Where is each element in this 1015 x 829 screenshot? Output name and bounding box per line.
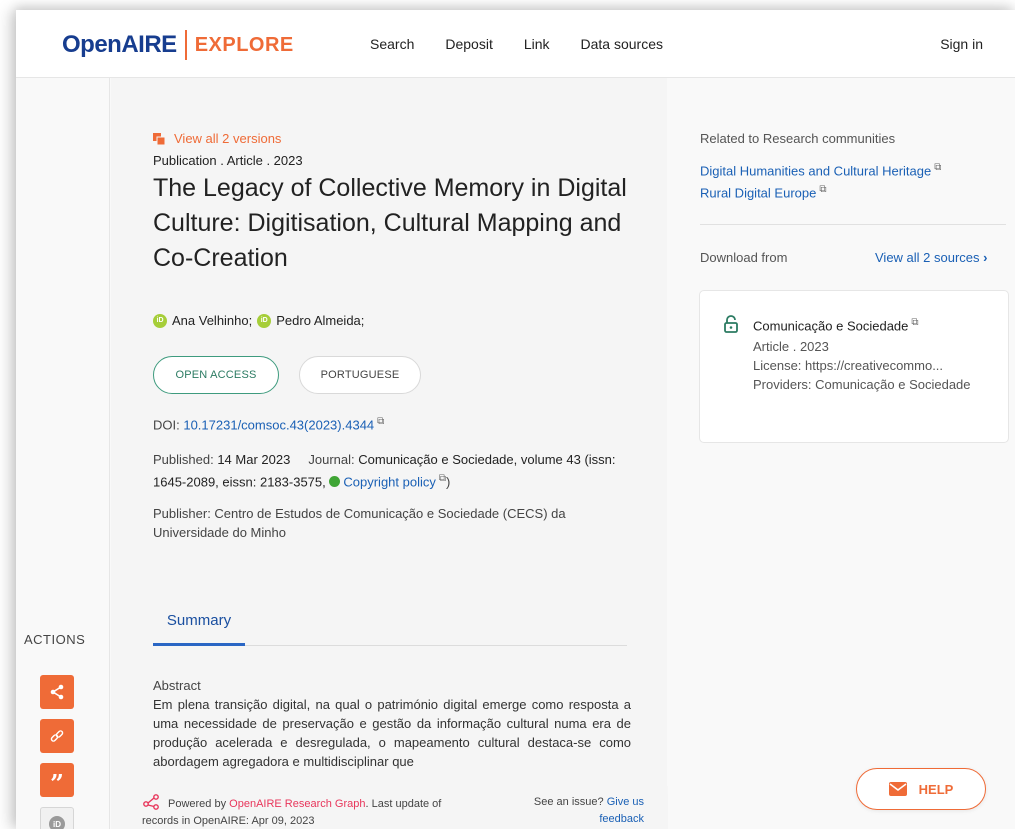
issue-text: See an issue? Give us feedback [516,794,644,828]
sidebar-divider [700,224,1006,225]
nav-data-sources[interactable]: Data sources [581,36,663,52]
cite-button[interactable]: ” [40,763,74,797]
doi-link[interactable]: 10.17231/comsoc.43(2023).4344 [183,417,374,432]
share-button[interactable] [40,675,74,709]
help-label: HELP [918,781,954,797]
openaire-explore-logo[interactable]: Open AIRE EXPLORE [62,30,294,60]
publication-info: Published: 14 Mar 2023 Journal: Comunica… [153,452,616,490]
versions-icon [153,132,166,145]
issue-prefix: See an issue? [533,796,607,808]
logo-explore-text: EXPLORE [194,33,294,56]
share-icon [50,684,64,700]
mail-icon [888,782,907,796]
copyright-policy-link[interactable]: Copyright policy [343,474,436,489]
external-link-icon: ⧉ [911,317,919,328]
nav-link[interactable]: Link [524,36,550,52]
external-link-icon: ⧉ [934,162,942,173]
main-content: View all 2 versions Publication . Articl… [111,78,761,829]
source-type: Article . 2023 [753,339,829,354]
versions-label: View all 2 versions [174,131,282,146]
source-title[interactable]: Comunicação e Sociedade ⧉ [753,317,919,333]
view-all-sources-link[interactable]: View all 2 sources › [875,250,988,265]
community-link-digital-humanities[interactable]: Digital Humanities and Cultural Heritage… [700,162,941,178]
chevron-right-icon: › [983,250,988,265]
actions-label: ACTIONS [24,632,86,647]
community-link-rural-digital-europe[interactable]: Rural Digital Europe ⧉ [700,184,826,200]
doi-row: DOI: 10.17231/comsoc.43(2023).4344 ⧉ [153,416,384,432]
related-communities-label: Related to Research communities [700,131,896,146]
result-type: Publication . Article . 2023 [153,153,303,168]
orcid-icon: iD [153,313,167,328]
footer-bar: Powered by OpenAIRE Research Graph. Last… [111,786,761,829]
download-from-label: Download from [700,250,788,265]
language-badge: PORTUGUESE [299,356,421,394]
published-label: Published: [153,452,218,467]
main-nav: Search Deposit Link Data sources [370,36,694,52]
copy-link-button[interactable] [40,719,74,753]
source-providers: Providers: Comunicação e Sociedade [753,377,971,392]
page: Open AIRE EXPLORE Search Deposit Link Dat… [16,10,1015,829]
quote-icon: ” [50,769,64,798]
orcid-claim-button[interactable]: iD [40,807,74,829]
external-link-icon: ⧉ [377,416,385,427]
logo-divider [184,30,187,60]
authors-list: iD Ana Velhinho; iD Pedro Almeida; [153,313,364,328]
actions-rail: ACTIONS ” iD [16,78,110,829]
publisher-value: Centro de Estudos de Comunicação e Socie… [153,506,566,540]
view-versions-link[interactable]: View all 2 versions [153,131,281,146]
page-title: The Legacy of Collective Memory in Digit… [153,174,627,272]
open-access-badge: OPEN ACCESS [153,356,279,394]
powered-prefix: Powered by [168,798,230,810]
orcid-icon: iD [49,816,65,829]
external-link-icon: ⧉ [819,184,827,195]
nav-search[interactable]: Search [370,36,414,52]
content-tabs: Summary [153,598,627,646]
help-button[interactable]: HELP [856,768,986,810]
publisher-label: Publisher: [153,506,215,521]
source-card[interactable]: Comunicação e Sociedade ⧉ Article . 2023 … [699,290,1009,443]
tab-summary[interactable]: Summary [153,598,245,646]
abstract-text: Em plena transição digital, na qual o pa… [153,697,631,769]
share-network-icon [143,794,159,810]
abstract-label: Abstract [153,678,201,693]
source-license: License: https://creativecommo... [753,358,944,373]
research-graph-link[interactable]: OpenAIRE Research Graph [229,798,365,810]
source-title-text: Comunicação e Sociedade [753,318,909,334]
author-name[interactable]: Ana Velhinho; [172,313,252,328]
published-date: 14 Mar 2023 [217,452,291,467]
logo-aire-text: AIRE [121,31,177,58]
orcid-icon: iD [257,313,272,328]
community-name: Digital Humanities and Cultural Heritage [700,163,932,179]
top-header: Open AIRE EXPLORE Search Deposit Link Dat… [16,10,1015,78]
doi-label: DOI: [153,417,184,433]
sherpa-romeo-icon [329,476,341,488]
open-lock-icon [724,315,738,333]
nav-deposit[interactable]: Deposit [445,36,492,52]
sign-in-link[interactable]: Sign in [940,36,983,52]
link-icon [50,730,64,742]
logo-open-text: Open [62,31,122,58]
journal-label: Journal: [308,452,359,467]
view-all-sources-label: View all 2 sources [875,250,980,265]
community-name: Rural Digital Europe [700,185,817,201]
right-sidebar: Related to Research communities Digital … [668,78,1015,829]
feedback-link[interactable]: Give us feedback [599,796,644,825]
external-link-icon: ⧉ [438,473,447,484]
powered-by-text: Powered by OpenAIRE Research Graph. Last… [142,794,472,829]
publisher-info: Publisher: Centro de Estudos de Comunica… [153,504,623,542]
author-name[interactable]: Pedro Almeida; [276,313,364,328]
